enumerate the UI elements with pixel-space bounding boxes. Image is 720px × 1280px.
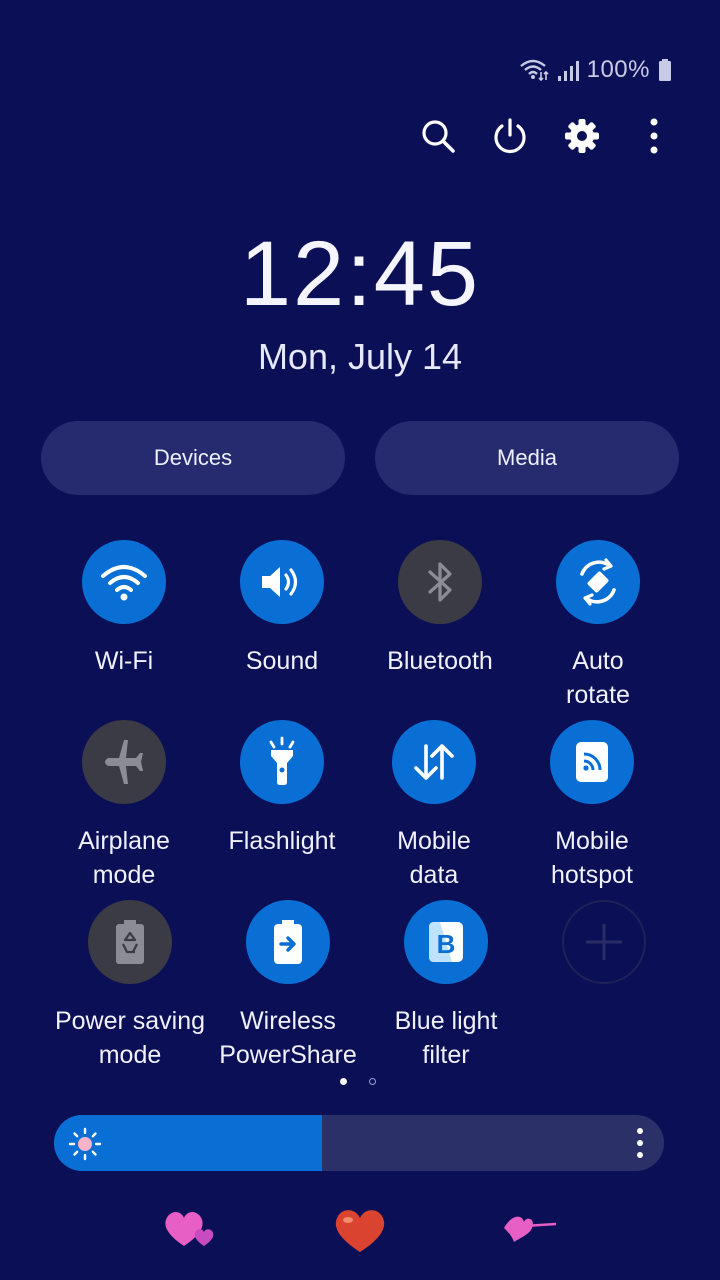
tile-label: Wireless PowerShare bbox=[219, 1007, 357, 1069]
tile-wireless-powershare-toggle[interactable] bbox=[246, 900, 330, 984]
tile-mobile-data-toggle[interactable] bbox=[392, 720, 476, 804]
tile-sound[interactable]: Sound bbox=[197, 540, 367, 678]
tile-wireless-powershare[interactable]: Wireless PowerShare bbox=[203, 900, 373, 1072]
tile-blue-light-filter[interactable]: B Blue light filter bbox=[361, 900, 531, 1072]
search-icon bbox=[422, 120, 455, 153]
page-indicator bbox=[340, 1078, 376, 1085]
tile-wifi[interactable]: Wi-Fi bbox=[39, 540, 209, 678]
tile-label: Auto rotate bbox=[566, 647, 630, 709]
red-heart-emoji-icon bbox=[332, 1206, 388, 1259]
power-saving-icon bbox=[116, 920, 144, 964]
tile-label: Wi-Fi bbox=[94, 647, 154, 675]
bluetooth-icon bbox=[428, 562, 452, 602]
tile-label: Airplane mode bbox=[78, 827, 170, 889]
search-button[interactable] bbox=[412, 112, 464, 160]
quick-settings-panel: 100% 12:45 Mon, July 14 Devices Media Wi… bbox=[0, 0, 720, 1280]
tile-mobile-hotspot-toggle[interactable] bbox=[550, 720, 634, 804]
tile-label: Mobile data bbox=[397, 827, 471, 889]
more-options-icon bbox=[650, 118, 658, 154]
clock-time[interactable]: 12:45 bbox=[0, 222, 720, 327]
svg-text:B: B bbox=[437, 929, 456, 959]
signal-icon bbox=[557, 58, 579, 82]
tile-airplane-mode[interactable]: Airplane mode bbox=[39, 720, 209, 892]
tile-airplane-mode-toggle[interactable] bbox=[82, 720, 166, 804]
battery-icon bbox=[658, 58, 672, 82]
tile-label: Power saving mode bbox=[54, 1007, 206, 1069]
wireless-powershare-icon bbox=[274, 920, 302, 964]
tile-mobile-data[interactable]: Mobile data bbox=[349, 720, 519, 892]
status-bar: 100% bbox=[519, 56, 672, 84]
tile-label: Mobile hotspot bbox=[550, 827, 633, 889]
flashlight-icon bbox=[269, 736, 295, 785]
battery-percentage: 100% bbox=[586, 56, 650, 83]
wifi-calling-icon bbox=[519, 58, 549, 82]
tile-power-saving[interactable]: Power saving mode bbox=[45, 900, 215, 1072]
tile-power-saving-toggle[interactable] bbox=[88, 900, 172, 984]
tile-wifi-toggle[interactable] bbox=[82, 540, 166, 624]
add-tile[interactable] bbox=[519, 900, 689, 984]
devices-button[interactable]: Devices bbox=[41, 421, 345, 495]
power-button[interactable] bbox=[484, 112, 536, 160]
tile-flashlight[interactable]: Flashlight bbox=[197, 720, 367, 858]
tile-blue-light-filter-toggle[interactable]: B bbox=[404, 900, 488, 984]
volume-icon bbox=[262, 567, 298, 597]
page-dot-active[interactable] bbox=[340, 1078, 347, 1085]
top-action-bar bbox=[412, 112, 680, 160]
brightness-more-options-icon[interactable] bbox=[630, 1128, 650, 1158]
heart-arrow-emoji-icon bbox=[500, 1206, 560, 1255]
tile-mobile-hotspot[interactable]: Mobile hotspot bbox=[507, 720, 677, 892]
tile-label: Blue light filter bbox=[394, 1007, 498, 1069]
power-icon bbox=[494, 118, 526, 154]
mobile-data-icon bbox=[414, 744, 454, 780]
settings-icon bbox=[565, 119, 599, 153]
wifi-icon bbox=[101, 565, 147, 601]
hotspot-icon bbox=[576, 742, 608, 782]
clock-date[interactable]: Mon, July 14 bbox=[0, 336, 720, 378]
tile-auto-rotate[interactable]: Auto rotate bbox=[513, 540, 683, 712]
more-options-button[interactable] bbox=[628, 112, 680, 160]
auto-rotate-icon bbox=[580, 558, 616, 606]
brightness-sun-icon bbox=[68, 1127, 102, 1166]
add-tile-button[interactable] bbox=[562, 900, 646, 984]
tile-label: Sound bbox=[245, 647, 319, 675]
tile-label: Bluetooth bbox=[387, 647, 493, 675]
tile-label: Flashlight bbox=[228, 827, 336, 855]
tile-bluetooth[interactable]: Bluetooth bbox=[355, 540, 525, 678]
two-hearts-emoji-icon bbox=[162, 1206, 218, 1257]
tile-sound-toggle[interactable] bbox=[240, 540, 324, 624]
blue-light-filter-icon: B bbox=[429, 922, 463, 962]
tile-flashlight-toggle[interactable] bbox=[240, 720, 324, 804]
media-button[interactable]: Media bbox=[375, 421, 679, 495]
page-dot[interactable] bbox=[369, 1078, 376, 1085]
airplane-icon bbox=[105, 740, 143, 784]
plus-icon bbox=[586, 924, 622, 960]
settings-button[interactable] bbox=[556, 112, 608, 160]
tile-bluetooth-toggle[interactable] bbox=[398, 540, 482, 624]
tile-auto-rotate-toggle[interactable] bbox=[556, 540, 640, 624]
brightness-slider[interactable] bbox=[54, 1115, 664, 1171]
